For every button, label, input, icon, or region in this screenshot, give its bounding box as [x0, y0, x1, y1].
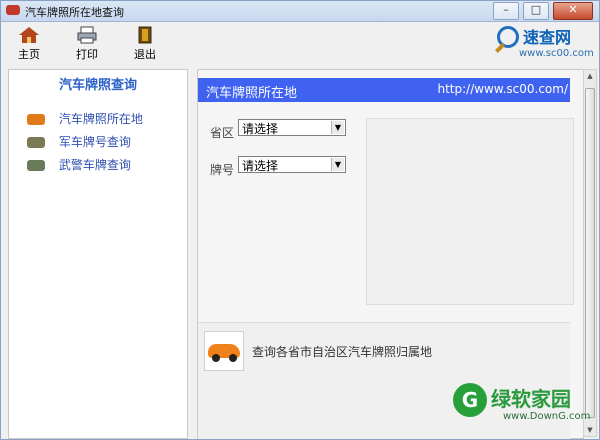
- minimize-button[interactable]: –: [493, 2, 519, 20]
- title-bar[interactable]: 汽车牌照所在地查询 – □ ✕: [1, 1, 599, 22]
- content-header: 汽车牌照所在地 http://www.sc00.com/: [198, 78, 570, 102]
- magnifier-handle: [495, 43, 505, 53]
- exit-door-icon: [138, 26, 152, 44]
- window-controls: – □ ✕: [493, 2, 593, 20]
- watermark-name: 绿软家园: [491, 387, 571, 411]
- brand-name: 速查网: [523, 28, 572, 47]
- military-car-icon: [27, 137, 45, 148]
- scroll-up-icon[interactable]: ▲: [584, 70, 596, 82]
- sidebar-item-label: 军车牌号查询: [58, 135, 131, 149]
- print-label: 打印: [76, 48, 98, 61]
- car-image: [204, 331, 244, 371]
- car-wheel: [212, 354, 220, 362]
- header-url-link[interactable]: http://www.sc00.com/: [437, 82, 568, 96]
- printer-icon: [77, 26, 97, 44]
- sidebar-item-plate-location[interactable]: 汽车牌照所在地: [27, 110, 143, 127]
- scrollbar-thumb[interactable]: [585, 88, 595, 418]
- car-icon: [27, 114, 45, 125]
- app-icon: [6, 5, 20, 15]
- watermark-logo-icon: G: [453, 383, 487, 417]
- result-panel: [366, 118, 574, 305]
- toolbar: 主页 打印 退出 速查网 www.sc00.com: [1, 22, 599, 66]
- app-window: 汽车牌照所在地查询 – □ ✕ 主页 打印 退出 速查网 www.sc00.co…: [0, 0, 600, 440]
- plate-select-value: 请选择: [242, 159, 279, 173]
- watermark-url: www.DownG.com: [503, 411, 591, 422]
- plate-select[interactable]: 请选择 ▼: [238, 156, 346, 173]
- window-title: 汽车牌照所在地查询: [25, 6, 124, 19]
- sidebar-item-label: 汽车牌照所在地: [58, 112, 143, 126]
- print-button[interactable]: 打印: [67, 26, 107, 62]
- info-description: 查询各省市自治区汽车牌照归属地: [252, 345, 433, 359]
- house-icon: [19, 27, 39, 43]
- sidebar-item-label: 武警车牌查询: [58, 158, 131, 172]
- watermark: G 绿软家园 www.DownG.com: [453, 379, 593, 435]
- home-label: 主页: [18, 48, 40, 61]
- sidebar-title: 汽车牌照查询: [58, 78, 137, 93]
- sidebar-item-military-plate[interactable]: 军车牌号查询: [27, 133, 131, 150]
- dropdown-arrow-icon: ▼: [331, 121, 344, 134]
- exit-button[interactable]: 退出: [125, 26, 165, 62]
- car-wheel: [229, 354, 237, 362]
- sidebar-item-armed-police-plate[interactable]: 武警车牌查询: [27, 156, 131, 173]
- province-select[interactable]: 请选择 ▼: [238, 119, 346, 136]
- exit-label: 退出: [134, 48, 156, 61]
- header-title: 汽车牌照所在地: [206, 86, 298, 101]
- armed-police-car-icon: [27, 160, 45, 171]
- home-button[interactable]: 主页: [9, 26, 49, 62]
- sidebar: 汽车牌照查询 汽车牌照所在地 军车牌号查询 武警车牌查询: [8, 69, 188, 439]
- province-label: 省区: [210, 126, 235, 140]
- close-button[interactable]: ✕: [553, 2, 593, 20]
- province-select-value: 请选择: [242, 122, 279, 136]
- brand-url: www.sc00.com: [519, 48, 594, 59]
- brand-logo: 速查网 www.sc00.com: [495, 24, 594, 62]
- dropdown-arrow-icon: ▼: [331, 158, 344, 171]
- plate-label: 牌号: [210, 163, 235, 177]
- maximize-button[interactable]: □: [523, 2, 549, 20]
